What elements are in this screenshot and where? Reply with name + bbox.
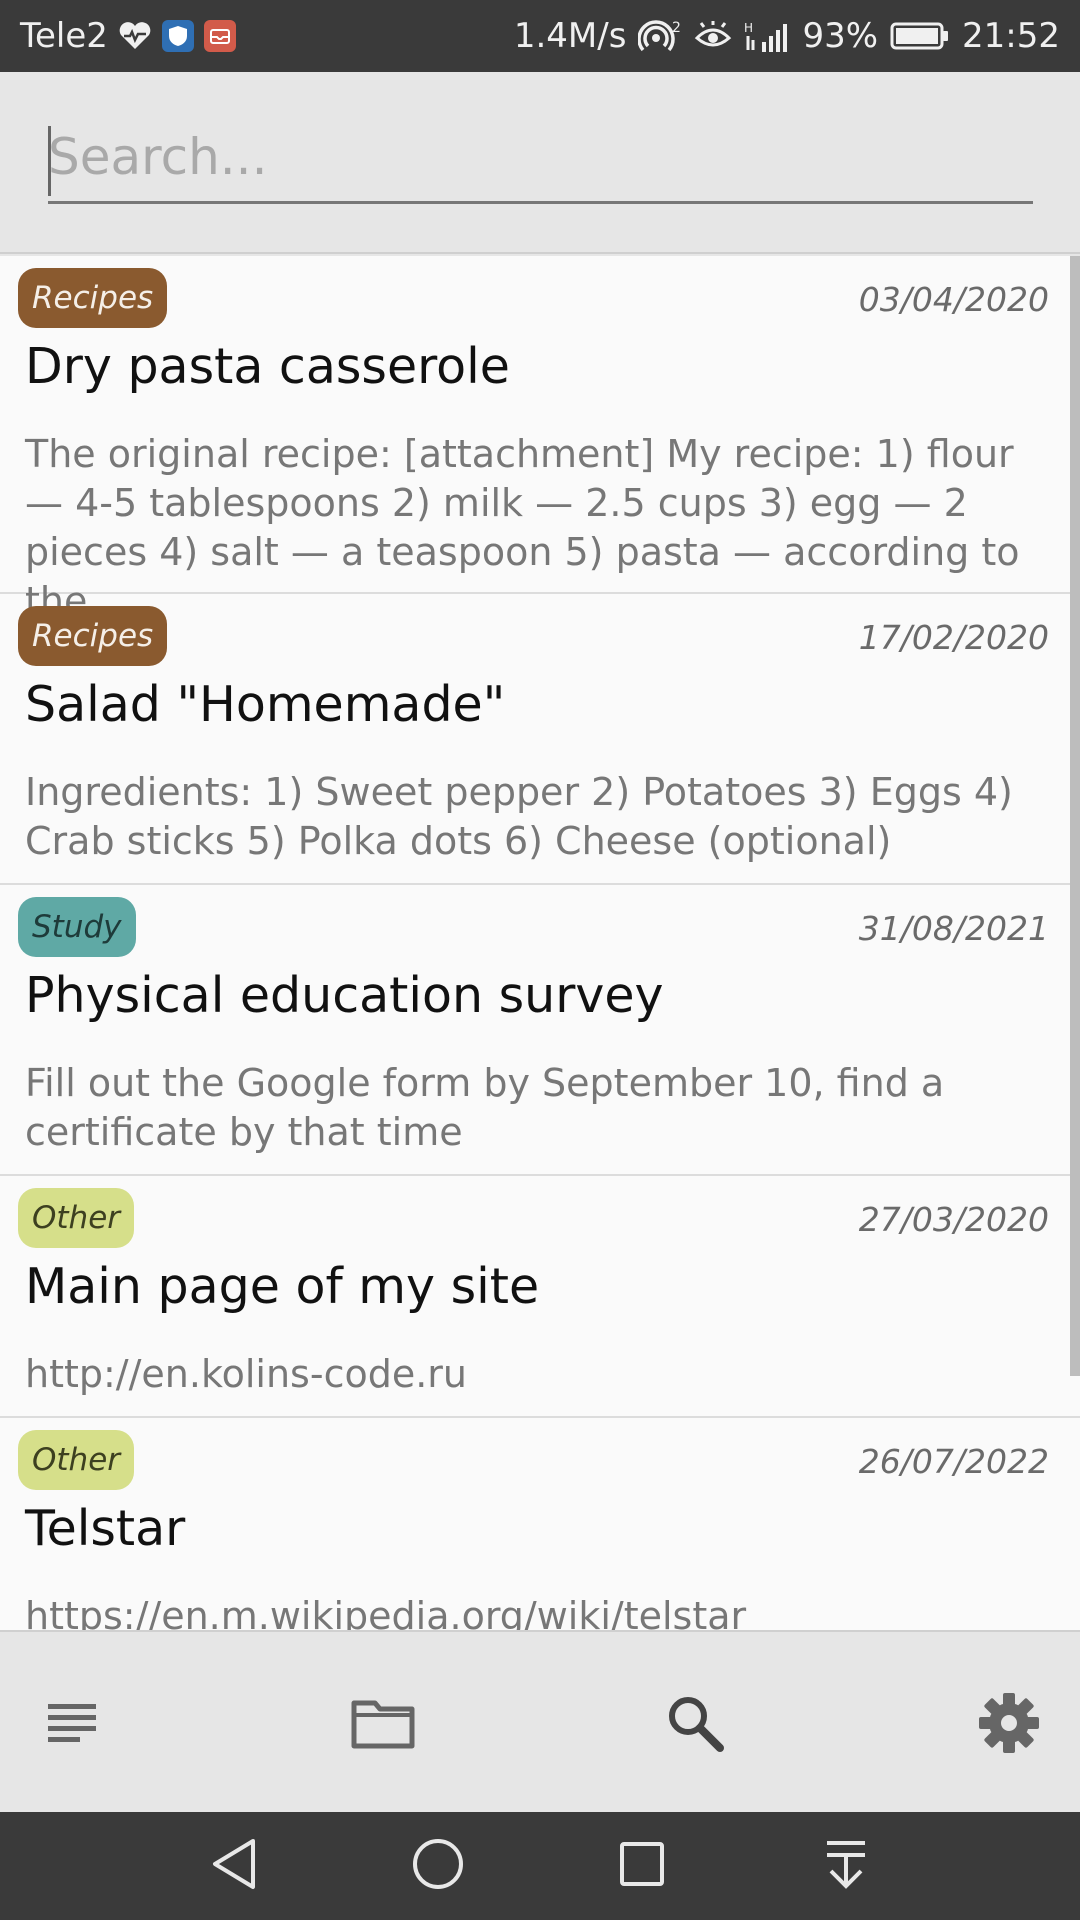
category-badge: Recipes: [18, 606, 168, 666]
list-item[interactable]: Other 27/03/2020 Main page of my site ht…: [0, 1176, 1080, 1418]
back-triangle-icon: [209, 1837, 259, 1895]
search-bar: [0, 72, 1080, 254]
note-preview: Ingredients: 1) Sweet pepper 2) Potatoes…: [25, 770, 1013, 863]
home-circle-icon: [411, 1837, 465, 1895]
search-input[interactable]: [48, 118, 1033, 204]
shield-app-icon: [161, 20, 194, 52]
note-preview: http://en.kolins-code.ru: [25, 1352, 467, 1396]
category-badge: Study: [18, 897, 136, 957]
notification-pull-button[interactable]: [814, 1834, 878, 1898]
note-title: Physical education survey: [25, 967, 664, 1024]
notes-list-icon: [46, 1700, 100, 1750]
list-item[interactable]: Study 31/08/2021 Physical education surv…: [0, 885, 1080, 1176]
note-date: 03/04/2020: [858, 280, 1049, 319]
pull-down-icon: [821, 1837, 871, 1895]
note-date: 27/03/2020: [858, 1200, 1049, 1239]
list-scrollbar[interactable]: [1070, 256, 1080, 1376]
carrier-name: Tele2: [20, 16, 108, 56]
list-item[interactable]: Recipes 03/04/2020 Dry pasta casserole T…: [0, 256, 1080, 623]
category-badge: Other: [18, 1188, 135, 1248]
note-title: Salad "Homemade": [25, 676, 506, 733]
svg-text:H: H: [744, 21, 753, 35]
text-cursor: [48, 126, 51, 196]
note-preview: Fill out the Google form by September 10…: [25, 1061, 945, 1154]
recents-button[interactable]: [610, 1834, 674, 1898]
note-date: 26/07/2022: [858, 1442, 1049, 1481]
eye-icon: [694, 20, 732, 52]
clock: 21:52: [962, 16, 1060, 56]
note-title: Main page of my site: [25, 1258, 540, 1315]
system-nav-bar: [0, 1812, 1080, 1920]
note-title: Telstar: [25, 1500, 186, 1557]
tab-search[interactable]: [660, 1690, 730, 1760]
tab-notes[interactable]: [38, 1690, 108, 1760]
list-item[interactable]: Recipes 17/02/2020 Salad "Homemade" Ingr…: [0, 594, 1080, 885]
note-preview: https://en.m.wikipedia.org/wiki/telstar: [25, 1594, 747, 1630]
notes-list[interactable]: Recipes 03/04/2020 Dry pasta casserole T…: [0, 256, 1080, 1630]
network-speed: 1.4M/s: [513, 16, 627, 56]
battery-percent: 93%: [802, 16, 879, 56]
note-date: 31/08/2021: [858, 909, 1049, 948]
back-button[interactable]: [202, 1834, 266, 1898]
hotspot-icon: 2: [638, 18, 682, 54]
bottom-tab-bar: [0, 1630, 1080, 1812]
hotspot-count: 2: [672, 20, 681, 36]
gear-icon: [978, 1692, 1040, 1758]
mail-app-icon: [203, 20, 236, 52]
recents-square-icon: [617, 1839, 667, 1893]
signal-icon: H: [744, 18, 790, 54]
category-badge: Recipes: [18, 268, 168, 328]
note-title: Dry pasta casserole: [25, 338, 510, 395]
tab-folders[interactable]: [348, 1690, 418, 1760]
list-item[interactable]: Other 26/07/2022 Telstar https://en.m.wi…: [0, 1418, 1080, 1630]
search-icon: [665, 1693, 725, 1757]
status-bar: Tele2 1.4M/s 2 H 93% 21:52: [0, 0, 1080, 72]
note-date: 17/02/2020: [858, 618, 1049, 657]
category-badge: Other: [18, 1430, 135, 1490]
health-heart-icon: [118, 21, 152, 51]
battery-icon: [890, 21, 950, 51]
tab-settings[interactable]: [974, 1690, 1044, 1760]
home-button[interactable]: [406, 1834, 470, 1898]
folder-icon: [351, 1697, 415, 1753]
